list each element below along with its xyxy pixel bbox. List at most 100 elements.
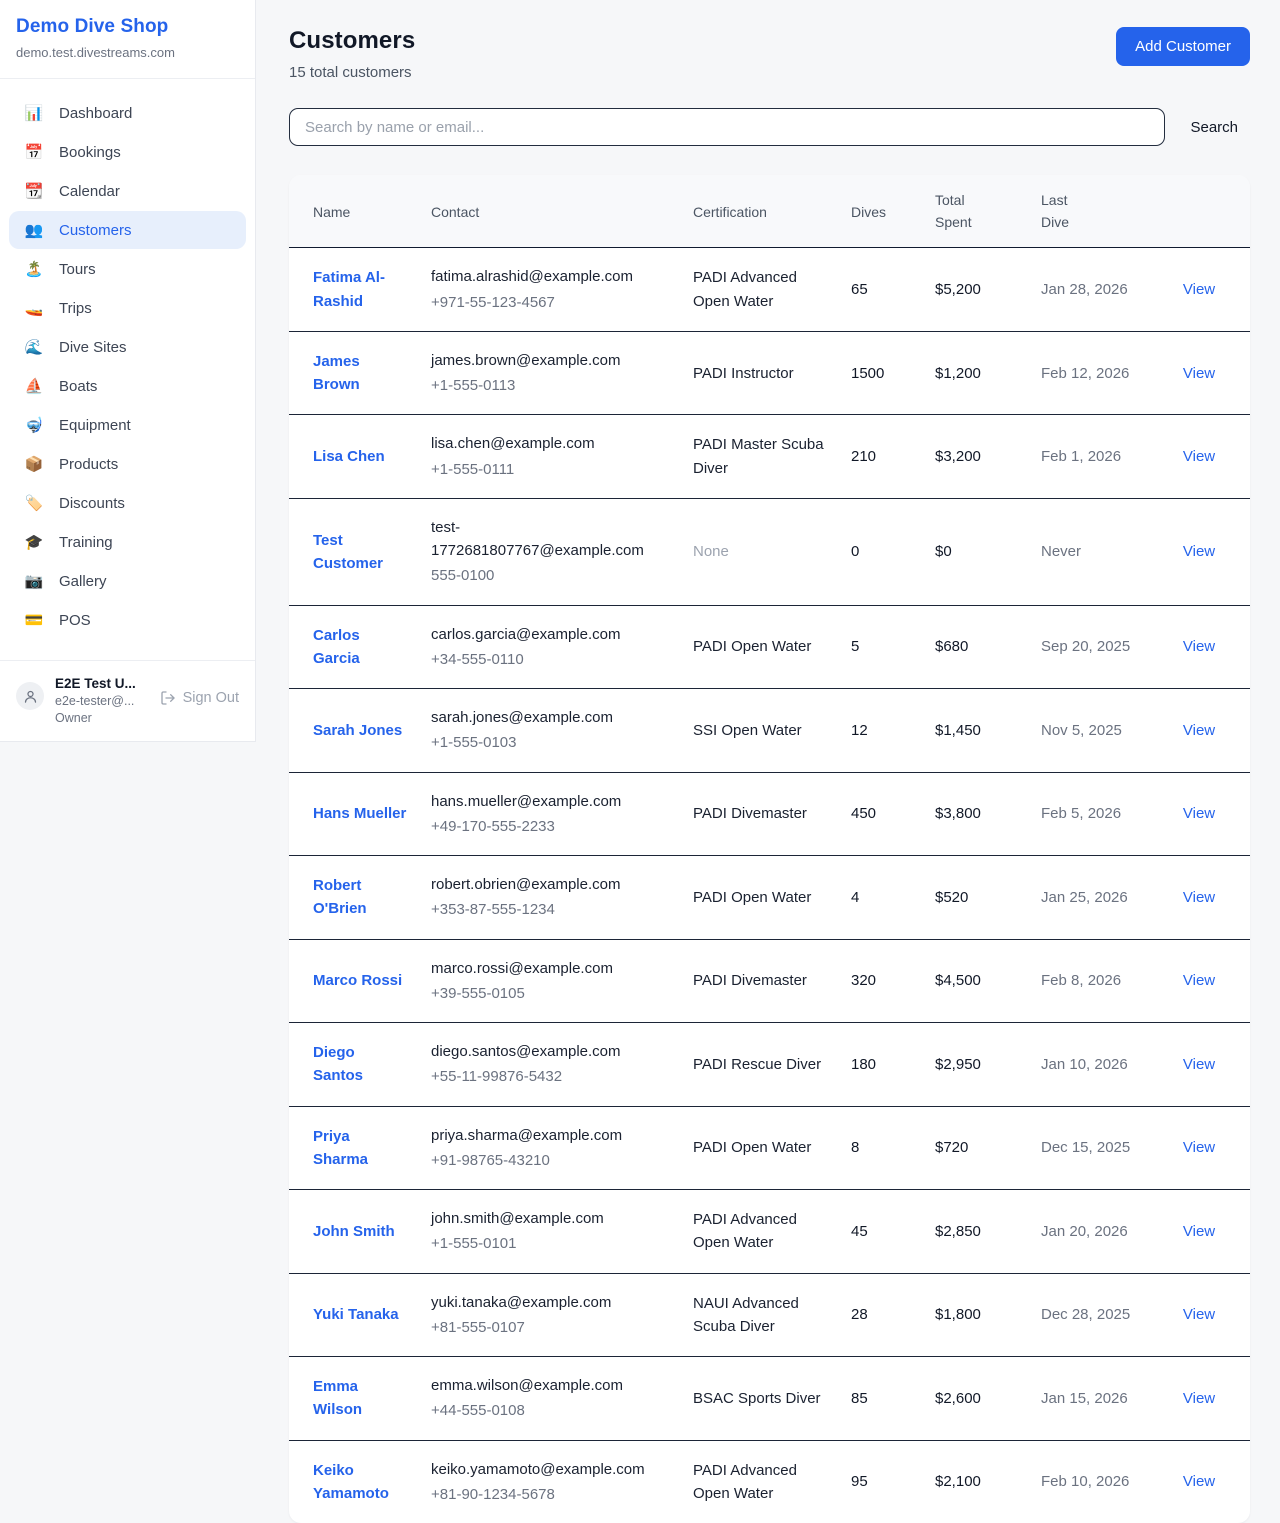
- add-customer-button[interactable]: Add Customer: [1116, 27, 1250, 66]
- customer-name-link[interactable]: Carlos Garcia: [313, 627, 360, 667]
- view-link[interactable]: View: [1183, 448, 1215, 465]
- customers-table: NameContactCertificationDivesTotal Spent…: [289, 175, 1250, 1523]
- customer-name-link[interactable]: James Brown: [313, 353, 360, 393]
- view-link[interactable]: View: [1183, 1223, 1215, 1240]
- person-icon: [23, 689, 38, 704]
- sidebar-item-boats[interactable]: ⛵Boats: [9, 367, 246, 405]
- table-row: Fatima Al-Rashid fatima.alrashid@example.…: [289, 248, 1250, 332]
- customer-name-link[interactable]: Marco Rossi: [313, 972, 402, 989]
- table-row: Keiko Yamamotokeiko.yamamoto@example.com…: [289, 1440, 1250, 1523]
- customer-email: sarah.jones@example.com: [431, 706, 669, 729]
- view-link[interactable]: View: [1183, 805, 1215, 822]
- customer-phone: +44-555-0108: [431, 1399, 669, 1422]
- table-row: Sarah Jonessarah.jones@example.com+1-555…: [289, 689, 1250, 773]
- dives-count: 5: [839, 605, 923, 689]
- contact-cell: lisa.chen@example.com+1-555-0111: [419, 415, 681, 499]
- contact-cell: test-1772681807767@example.com555-0100: [419, 498, 681, 605]
- contact-cell: marco.rossi@example.com+39-555-0105: [419, 939, 681, 1023]
- bookings-icon: 📅: [24, 143, 44, 161]
- view-link[interactable]: View: [1183, 543, 1215, 560]
- user-avatar: [16, 682, 44, 710]
- column-header-dives: Dives: [839, 175, 923, 248]
- customer-name-link[interactable]: Diego Santos: [313, 1044, 363, 1084]
- customer-name-link[interactable]: Lisa Chen: [313, 448, 385, 465]
- certification: NAUI Advanced Scuba Diver: [681, 1273, 839, 1357]
- view-link[interactable]: View: [1183, 1306, 1215, 1323]
- customer-name-link[interactable]: Emma Wilson: [313, 1378, 362, 1418]
- sidebar-item-tours[interactable]: 🏝️Tours: [9, 250, 246, 288]
- sidebar-item-products[interactable]: 📦Products: [9, 445, 246, 483]
- table-row: Lisa Chen lisa.chen@example.com+1-555-011…: [289, 415, 1250, 499]
- dives-count: 45: [839, 1190, 923, 1274]
- last-dive-date: Feb 1, 2026: [1029, 415, 1147, 499]
- customer-email: priya.sharma@example.com: [431, 1124, 669, 1147]
- total-spent: $520: [923, 856, 1029, 940]
- view-link[interactable]: View: [1183, 1390, 1215, 1407]
- contact-cell: fatima.alrashid@example.com+971-55-123-4…: [419, 248, 681, 332]
- view-link[interactable]: View: [1183, 365, 1215, 382]
- dives-count: 320: [839, 939, 923, 1023]
- shop-title: Demo Dive Shop: [16, 16, 239, 38]
- customer-name-link[interactable]: Yuki Tanaka: [313, 1306, 399, 1323]
- dives-count: 1500: [839, 331, 923, 415]
- customer-name-link[interactable]: Test Customer: [313, 532, 383, 572]
- certification: PADI Rescue Diver: [681, 1023, 839, 1107]
- sidebar-item-customers[interactable]: 👥Customers: [9, 211, 246, 249]
- view-link[interactable]: View: [1183, 972, 1215, 989]
- customer-name-link[interactable]: Sarah Jones: [313, 722, 402, 739]
- search-input[interactable]: [289, 108, 1165, 146]
- sidebar-item-training[interactable]: 🎓Training: [9, 523, 246, 561]
- last-dive-date: Jan 20, 2026: [1029, 1190, 1147, 1274]
- sidebar-item-equipment[interactable]: 🤿Equipment: [9, 406, 246, 444]
- customer-email: robert.obrien@example.com: [431, 873, 669, 896]
- certification: PADI Divemaster: [681, 939, 839, 1023]
- customer-name-link[interactable]: John Smith: [313, 1223, 395, 1240]
- sidebar-item-trips[interactable]: 🚤Trips: [9, 289, 246, 327]
- sidebar-item-dive-sites[interactable]: 🌊Dive Sites: [9, 328, 246, 366]
- customer-email: yuki.tanaka@example.com: [431, 1291, 669, 1314]
- last-dive-date: Feb 5, 2026: [1029, 772, 1147, 856]
- customer-name-link[interactable]: Keiko Yamamoto: [313, 1462, 389, 1502]
- sidebar-item-label: Dashboard: [59, 105, 132, 122]
- sidebar-item-label: Trips: [59, 300, 92, 317]
- total-spent: $0: [923, 498, 1029, 605]
- view-link[interactable]: View: [1183, 1473, 1215, 1490]
- contact-cell: carlos.garcia@example.com+34-555-0110: [419, 605, 681, 689]
- view-link[interactable]: View: [1183, 722, 1215, 739]
- sidebar-item-label: Boats: [59, 378, 97, 395]
- table-row: Carlos Garcia carlos.garcia@example.com+3…: [289, 605, 1250, 689]
- customer-phone: +353-87-555-1234: [431, 898, 669, 921]
- customer-name-link[interactable]: Fatima Al-Rashid: [313, 269, 385, 309]
- sign-out-button[interactable]: Sign Out: [160, 690, 239, 706]
- sidebar-item-dashboard[interactable]: 📊Dashboard: [9, 94, 246, 132]
- customer-name-link[interactable]: Robert O'Brien: [313, 877, 367, 917]
- customer-phone: +1-555-0113: [431, 374, 669, 397]
- view-link[interactable]: View: [1183, 638, 1215, 655]
- view-link[interactable]: View: [1183, 1056, 1215, 1073]
- certification: PADI Advanced Open Water: [681, 248, 839, 332]
- last-dive-date: Jan 25, 2026: [1029, 856, 1147, 940]
- search-button[interactable]: Search: [1178, 111, 1250, 144]
- sidebar-item-calendar[interactable]: 📆Calendar: [9, 172, 246, 210]
- certification: PADI Instructor: [681, 331, 839, 415]
- customer-phone: +81-555-0107: [431, 1316, 669, 1339]
- contact-cell: john.smith@example.com+1-555-0101: [419, 1190, 681, 1274]
- sidebar-item-pos[interactable]: 💳POS: [9, 601, 246, 639]
- column-header-actions: [1147, 175, 1250, 248]
- view-link[interactable]: View: [1183, 1139, 1215, 1156]
- sidebar-item-gallery[interactable]: 📷Gallery: [9, 562, 246, 600]
- last-dive-date: Feb 12, 2026: [1029, 331, 1147, 415]
- certification: PADI Open Water: [681, 856, 839, 940]
- table-row: Test Customer test-1772681807767@example.…: [289, 498, 1250, 605]
- view-link[interactable]: View: [1183, 281, 1215, 298]
- customer-name-link[interactable]: Hans Mueller: [313, 805, 406, 822]
- sidebar-item-bookings[interactable]: 📅Bookings: [9, 133, 246, 171]
- last-dive-date: Dec 15, 2025: [1029, 1106, 1147, 1190]
- last-dive-date: Jan 10, 2026: [1029, 1023, 1147, 1107]
- last-dive-date: Jan 28, 2026: [1029, 248, 1147, 332]
- view-link[interactable]: View: [1183, 889, 1215, 906]
- sidebar-item-discounts[interactable]: 🏷️Discounts: [9, 484, 246, 522]
- certification: PADI Open Water: [681, 1106, 839, 1190]
- customer-name-link[interactable]: Priya Sharma: [313, 1128, 368, 1168]
- customer-email: carlos.garcia@example.com: [431, 623, 669, 646]
